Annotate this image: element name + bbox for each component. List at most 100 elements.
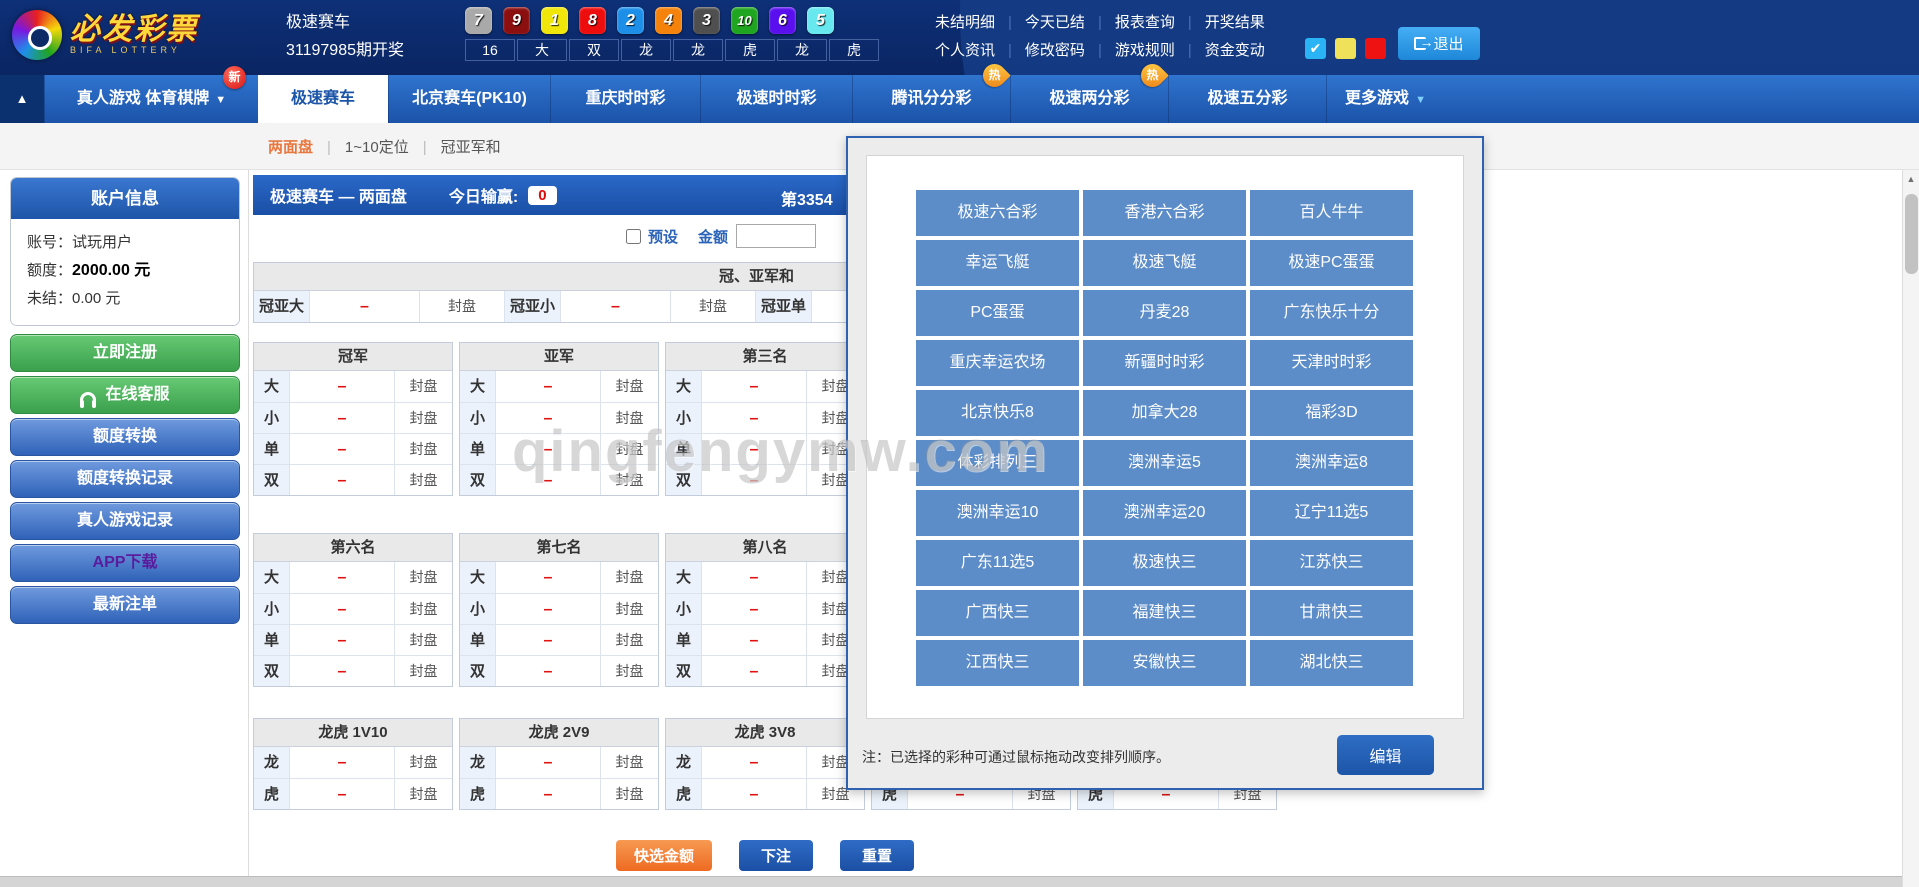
popup-game-button[interactable]: 加拿大28 bbox=[1083, 390, 1246, 436]
popup-game-button[interactable]: 江苏快三 bbox=[1250, 540, 1413, 586]
popup-game-button[interactable]: 澳洲幸运5 bbox=[1083, 440, 1246, 486]
theme-red-swatch[interactable] bbox=[1365, 38, 1386, 59]
header-menu-link[interactable]: 资金变动 bbox=[1205, 42, 1265, 59]
popup-game-button[interactable]: 安徽快三 bbox=[1083, 640, 1246, 686]
quick-amount-button[interactable]: 快选金额 bbox=[616, 840, 712, 871]
nav-tab[interactable]: 极速时时彩 bbox=[700, 75, 852, 123]
bet-odds-cell[interactable]: – bbox=[310, 291, 420, 322]
bet-odds-cell[interactable]: – bbox=[496, 779, 600, 809]
bet-odds-cell[interactable]: – bbox=[290, 434, 394, 464]
popup-game-button[interactable]: 体彩排列三 bbox=[916, 440, 1079, 486]
sidebar-button[interactable]: APP下载 bbox=[10, 544, 240, 582]
logo[interactable]: 必发彩票 BIFA LOTTERY bbox=[12, 10, 198, 60]
bet-odds-cell[interactable]: – bbox=[496, 465, 600, 495]
breadcrumb-item[interactable]: 冠亚军和 bbox=[441, 139, 501, 156]
bet-odds-cell[interactable]: – bbox=[290, 625, 394, 655]
scrollbar-thumb[interactable] bbox=[1905, 194, 1918, 274]
bet-odds-cell[interactable]: – bbox=[702, 403, 806, 433]
bet-odds-cell[interactable]: – bbox=[290, 594, 394, 624]
bet-odds-cell[interactable]: – bbox=[702, 371, 806, 402]
bet-odds-cell[interactable]: – bbox=[290, 656, 394, 686]
bet-odds-cell[interactable]: – bbox=[702, 779, 806, 809]
bet-odds-cell[interactable]: – bbox=[496, 371, 600, 402]
bet-odds-cell[interactable]: – bbox=[496, 747, 600, 778]
bet-odds-cell[interactable]: – bbox=[290, 562, 394, 593]
popup-game-button[interactable]: 香港六合彩 bbox=[1083, 190, 1246, 236]
bet-odds-cell[interactable]: – bbox=[702, 747, 806, 778]
popup-game-button[interactable]: 新疆时时彩 bbox=[1083, 340, 1246, 386]
bet-odds-cell[interactable]: – bbox=[496, 625, 600, 655]
nav-tab[interactable]: 腾讯分分彩热 bbox=[852, 75, 1010, 123]
popup-game-button[interactable]: 辽宁11选5 bbox=[1250, 490, 1413, 536]
popup-game-button[interactable]: 福彩3D bbox=[1250, 390, 1413, 436]
sidebar-button[interactable]: 最新注单 bbox=[10, 586, 240, 624]
bet-odds-cell[interactable]: – bbox=[702, 562, 806, 593]
popup-game-button[interactable]: PC蛋蛋 bbox=[916, 290, 1079, 336]
popup-game-button[interactable]: 极速六合彩 bbox=[916, 190, 1079, 236]
scrollbar-up-arrow-icon[interactable]: ▲ bbox=[1903, 170, 1919, 188]
bet-odds-cell[interactable]: – bbox=[290, 371, 394, 402]
bet-odds-cell[interactable]: – bbox=[496, 403, 600, 433]
popup-game-button[interactable]: 澳洲幸运20 bbox=[1083, 490, 1246, 536]
popup-game-button[interactable]: 澳洲幸运8 bbox=[1250, 440, 1413, 486]
header-menu-link[interactable]: 个人资讯 bbox=[935, 42, 995, 59]
popup-game-button[interactable]: 百人牛牛 bbox=[1250, 190, 1413, 236]
popup-game-button[interactable]: 丹麦28 bbox=[1083, 290, 1246, 336]
bet-odds-cell[interactable]: – bbox=[561, 291, 671, 322]
bet-odds-cell[interactable]: – bbox=[702, 434, 806, 464]
bet-button[interactable]: 下注 bbox=[739, 840, 813, 871]
popup-game-button[interactable]: 广东11选5 bbox=[916, 540, 1079, 586]
logout-button[interactable]: 退出 bbox=[1398, 27, 1480, 60]
breadcrumb-item[interactable]: 1~10定位 bbox=[345, 139, 409, 156]
sidebar-button[interactable]: 真人游戏记录 bbox=[10, 502, 240, 540]
popup-game-button[interactable]: 极速飞艇 bbox=[1083, 240, 1246, 286]
theme-yellow-swatch[interactable] bbox=[1335, 38, 1356, 59]
header-menu-link[interactable]: 今天已结 bbox=[1025, 14, 1085, 31]
popup-game-button[interactable]: 江西快三 bbox=[916, 640, 1079, 686]
sidebar-button[interactable]: 额度转换记录 bbox=[10, 460, 240, 498]
header-menu-link[interactable]: 开奖结果 bbox=[1205, 14, 1265, 31]
sidebar-button[interactable]: 立即注册 bbox=[10, 334, 240, 372]
bet-odds-cell[interactable]: – bbox=[290, 779, 394, 809]
collapse-up-icon[interactable]: ▲ bbox=[0, 75, 44, 123]
header-menu-link[interactable]: 报表查询 bbox=[1115, 14, 1175, 31]
sidebar-button[interactable]: 在线客服 bbox=[10, 376, 240, 414]
vertical-scrollbar[interactable]: ▲ bbox=[1902, 170, 1919, 887]
popup-game-button[interactable]: 湖北快三 bbox=[1250, 640, 1413, 686]
reset-button[interactable]: 重置 bbox=[840, 840, 914, 871]
bet-odds-cell[interactable]: – bbox=[702, 625, 806, 655]
breadcrumb-item[interactable]: 两面盘 bbox=[268, 139, 313, 156]
popup-game-button[interactable]: 极速快三 bbox=[1083, 540, 1246, 586]
bet-odds-cell[interactable]: – bbox=[702, 656, 806, 686]
bet-odds-cell[interactable]: – bbox=[496, 594, 600, 624]
popup-game-button[interactable]: 广东快乐十分 bbox=[1250, 290, 1413, 336]
popup-game-button[interactable]: 甘肃快三 bbox=[1250, 590, 1413, 636]
popup-game-button[interactable]: 幸运飞艇 bbox=[916, 240, 1079, 286]
preset-checkbox[interactable] bbox=[626, 229, 641, 244]
header-menu-link[interactable]: 游戏规则 bbox=[1115, 42, 1175, 59]
popup-game-button[interactable]: 福建快三 bbox=[1083, 590, 1246, 636]
nav-tab[interactable]: 重庆时时彩 bbox=[550, 75, 700, 123]
popup-game-button[interactable]: 极速PC蛋蛋 bbox=[1250, 240, 1413, 286]
header-menu-link[interactable]: 修改密码 bbox=[1025, 42, 1085, 59]
popup-game-button[interactable]: 天津时时彩 bbox=[1250, 340, 1413, 386]
nav-tab[interactable]: 北京赛车(PK10) bbox=[388, 75, 550, 123]
bet-odds-cell[interactable]: – bbox=[496, 562, 600, 593]
theme-blue-swatch[interactable]: ✔ bbox=[1305, 38, 1326, 59]
edit-button[interactable]: 编辑 bbox=[1337, 735, 1434, 775]
bet-odds-cell[interactable]: – bbox=[702, 594, 806, 624]
popup-game-button[interactable]: 重庆幸运农场 bbox=[916, 340, 1079, 386]
bet-odds-cell[interactable]: – bbox=[496, 656, 600, 686]
popup-game-button[interactable]: 澳洲幸运10 bbox=[916, 490, 1079, 536]
nav-tab[interactable]: 更多游戏▼ bbox=[1326, 75, 1444, 123]
nav-tab[interactable]: 极速五分彩 bbox=[1168, 75, 1326, 123]
sidebar-button[interactable]: 额度转换 bbox=[10, 418, 240, 456]
bet-odds-cell[interactable]: – bbox=[290, 747, 394, 778]
nav-tab[interactable]: 极速赛车 bbox=[258, 75, 388, 123]
popup-game-button[interactable]: 北京快乐8 bbox=[916, 390, 1079, 436]
bet-odds-cell[interactable]: – bbox=[290, 403, 394, 433]
bet-odds-cell[interactable]: – bbox=[702, 465, 806, 495]
header-menu-link[interactable]: 未结明细 bbox=[935, 14, 995, 31]
nav-tab[interactable]: 真人游戏 体育棋牌▼新 bbox=[44, 75, 258, 123]
bet-odds-cell[interactable]: – bbox=[496, 434, 600, 464]
